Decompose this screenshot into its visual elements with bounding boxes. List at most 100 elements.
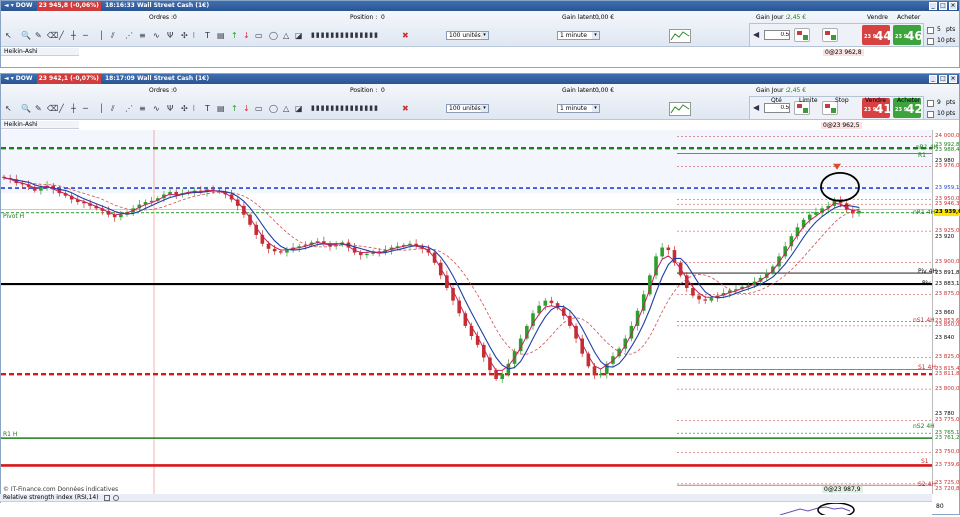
gann-icon[interactable]: ✣ (181, 31, 188, 40)
price-tick: 23 860 (935, 309, 955, 316)
sell-button[interactable]: 23 9 44 (862, 25, 892, 45)
horizontal-line-icon[interactable]: ─ (83, 31, 88, 40)
gann-icon[interactable]: ✣ (181, 104, 188, 113)
channel-icon[interactable]: ⫽ (111, 31, 115, 40)
color-palette-icon[interactable]: ▮▮▮▮▮▮▮▮▮▮▮▮▮▮ (311, 31, 379, 40)
rsi-close-icon[interactable] (113, 494, 120, 501)
chart-type-icon[interactable] (669, 29, 691, 43)
checkbox-10pts[interactable] (927, 111, 934, 118)
stop-order-button[interactable] (822, 28, 838, 42)
wave-icon[interactable]: ∿ (153, 104, 160, 113)
delete-icon[interactable]: ✖ (402, 104, 409, 113)
pitchfork-icon[interactable]: Ψ (167, 104, 173, 113)
triangle-icon[interactable]: △ (283, 104, 289, 113)
quantity-input[interactable] (764, 30, 790, 40)
text-tool-icon[interactable]: T (205, 104, 210, 113)
candle-body (697, 295, 701, 300)
rectangle-icon[interactable]: ▭ (255, 31, 263, 40)
note-icon[interactable]: ▤ (217, 31, 225, 40)
pencil-icon[interactable]: ✎ (35, 104, 42, 113)
nr1-4h-b-label: nR1 4H (913, 209, 936, 216)
window-2-titlebar[interactable]: ◄ ▾ DOW 23 942,1 (-0,07%) 18:17:09 Wall … (1, 74, 959, 84)
rectangle-icon[interactable]: ▭ (255, 104, 263, 113)
price-tick: 23 959,1 (935, 184, 960, 191)
color-palette-icon[interactable]: ▮▮▮▮▮▮▮▮▮▮▮▮▮▮ (311, 104, 379, 113)
triangle-icon[interactable]: △ (283, 31, 289, 40)
pencil-icon[interactable]: ✎ (35, 31, 42, 40)
arrow-up-icon[interactable]: ↑ (231, 31, 238, 40)
rsi-pane[interactable] (0, 502, 932, 517)
price-tick: 23 850,0 (935, 322, 960, 329)
cycle-icon[interactable]: ⦚ (193, 104, 195, 113)
cross-line-icon[interactable]: ┼ (71, 104, 76, 113)
limit-order-button[interactable] (794, 28, 810, 42)
zoom-icon[interactable]: 🔍 (21, 104, 31, 113)
quantity-combo[interactable]: 100 unités ▾ (446, 104, 489, 113)
orders-value: 0 (173, 87, 177, 94)
window-2-instrument-selector[interactable]: ◄ ▾ DOW (4, 75, 33, 82)
checkbox-10pts[interactable] (927, 38, 934, 45)
vertical-line-icon[interactable]: │ (99, 104, 104, 113)
period-combo[interactable]: 1 minute ▾ (557, 31, 600, 40)
cursor-icon[interactable]: ↖ (5, 31, 12, 40)
eraser-icon[interactable]: ⌫ (47, 104, 58, 113)
fan-icon[interactable]: ⋰ (125, 31, 133, 40)
order-panel-arrow-icon[interactable]: ◀ (753, 30, 759, 39)
zoom-icon[interactable]: 🔍 (21, 31, 31, 40)
buy-button[interactable]: 23 9 46 (893, 25, 923, 45)
price-axis[interactable]: 24 000,0 23 992,8 23 988,4 23 980 23 976,0 23… (932, 130, 960, 494)
day-gain-label: Gain Jour : (756, 14, 788, 21)
vertical-line-icon[interactable]: │ (99, 31, 104, 40)
cross-line-icon[interactable]: ┼ (71, 31, 76, 40)
window-1-indicator-tab[interactable]: Heikin-Ashi (1, 48, 79, 56)
close-icon[interactable]: × (949, 75, 957, 83)
ellipse-icon[interactable]: ◯ (269, 104, 278, 113)
shapes-icon[interactable]: ◪ (295, 31, 303, 40)
nr1-4h-label: nR1 4H (916, 144, 939, 151)
piv-label: Piv (922, 280, 931, 287)
cursor-icon[interactable]: ↖ (5, 104, 12, 113)
channel-icon[interactable]: ⫽ (111, 104, 115, 113)
rsi-settings-icon[interactable] (103, 494, 110, 501)
fibonacci-icon[interactable]: ≡ (139, 31, 146, 40)
checkbox-9pts[interactable] (927, 100, 934, 107)
ellipse-icon[interactable]: ◯ (269, 31, 278, 40)
order-panel-arrow-icon[interactable]: ◀ (753, 103, 759, 112)
window-2-indicator-tab[interactable]: Heikin-Ashi (1, 121, 79, 129)
wave-icon[interactable]: ∿ (153, 31, 160, 40)
maximize-icon[interactable]: □ (939, 75, 947, 83)
pitchfork-icon[interactable]: Ψ (167, 31, 173, 40)
checkbox-5pts[interactable] (927, 27, 934, 34)
line-icon[interactable]: ╱ (59, 104, 64, 113)
price-tick: 23 840 (935, 335, 955, 342)
fibonacci-icon[interactable]: ≡ (139, 104, 146, 113)
chart-type-icon[interactable] (669, 102, 691, 116)
arrow-up-icon[interactable]: ↑ (231, 104, 238, 113)
cycle-icon[interactable]: ⦚ (193, 31, 195, 40)
arrow-down-icon[interactable]: ↓ (243, 104, 250, 113)
quantity-input[interactable] (764, 103, 790, 113)
horizontal-line-icon[interactable]: ─ (83, 104, 88, 113)
note-icon[interactable]: ▤ (217, 104, 225, 113)
arrow-down-icon[interactable]: ↓ (243, 31, 250, 40)
delete-icon[interactable]: ✖ (402, 31, 409, 40)
minimize-icon[interactable]: _ (929, 75, 937, 83)
rsi-pane-header[interactable]: Relative strength index (RSI,14) (0, 494, 932, 502)
eraser-icon[interactable]: ⌫ (47, 31, 58, 40)
price-chart[interactable] (1, 130, 959, 494)
line-icon[interactable]: ╱ (59, 31, 64, 40)
window-1-instrument-selector[interactable]: ◄ ▾ DOW (4, 2, 33, 9)
quantity-combo[interactable]: 100 unités ▾ (446, 31, 489, 40)
candle-body (39, 188, 43, 191)
minimize-icon[interactable]: _ (929, 2, 937, 10)
fan-icon[interactable]: ⋰ (125, 104, 133, 113)
period-combo[interactable]: 1 minute ▾ (557, 104, 600, 113)
candle-body (494, 370, 498, 379)
window-1-titlebar[interactable]: ◄ ▾ DOW 23 945,8 (-0,06%) 18:16:33 Wall … (1, 1, 959, 11)
shapes-icon[interactable]: ◪ (295, 104, 303, 113)
window-1-order-panel: ◀ 23 9 44 23 9 46 (749, 23, 924, 47)
maximize-icon[interactable]: □ (939, 2, 947, 10)
text-tool-icon[interactable]: T (205, 31, 210, 40)
ns2-4h-label: nS2 4H (913, 423, 935, 430)
close-icon[interactable]: × (949, 2, 957, 10)
